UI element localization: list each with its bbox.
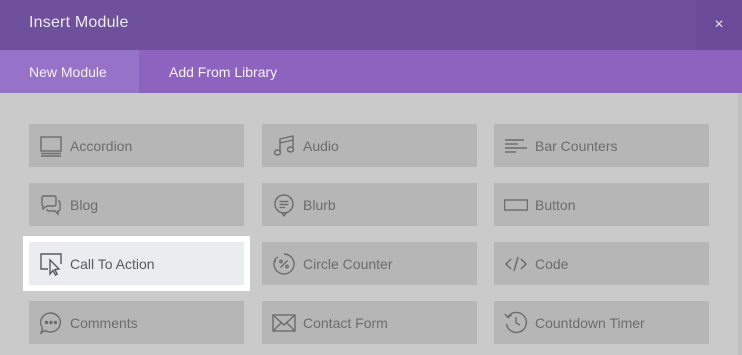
module-label: Countdown Timer [535,314,645,331]
module-button[interactable]: Button [494,183,709,226]
accordion-icon [38,133,64,159]
module-label: Button [535,196,576,213]
circle-percent-icon [271,251,297,277]
module-label: Bar Counters [535,137,618,154]
tab-add-from-library[interactable]: Add From Library [169,50,277,93]
clock-icon [503,310,529,336]
close-icon: × [714,16,724,33]
module-label: Circle Counter [303,255,393,272]
module-accordion[interactable]: Accordion [29,124,244,167]
module-countdown-timer[interactable]: Countdown Timer [494,301,709,344]
module-audio[interactable]: Audio [262,124,477,167]
module-label: Accordion [70,137,133,154]
module-call-to-action[interactable]: Call To Action [23,236,250,291]
module-label: Call To Action [70,255,155,272]
module-contact-form[interactable]: Contact Form [262,301,477,344]
code-brackets-icon [503,251,529,277]
envelope-icon [271,310,297,336]
module-grid: Accordion Audio Bar Counters Blog Blurb … [0,93,742,355]
dialog-title: Insert Module [29,14,129,31]
close-button[interactable]: × [696,0,742,50]
bar-counters-icon [503,133,529,159]
chat-bubbles-icon [38,192,64,218]
cursor-click-icon [38,251,64,277]
module-label: Audio [303,137,339,154]
button-rectangle-icon [503,192,529,218]
tab-new-module[interactable]: New Module [0,50,139,93]
module-label: Blog [70,196,99,213]
module-label: Code [535,255,569,272]
module-comments[interactable]: Comments [29,301,244,344]
title-bar: Insert Module × [0,0,742,50]
music-note-icon [271,133,297,159]
module-label: Comments [70,314,138,331]
comment-bubble-icon [38,310,64,336]
blurb-icon [271,192,297,218]
tab-bar: New Module Add From Library [0,50,742,93]
scrollbar[interactable] [738,93,742,355]
module-circle-counter[interactable]: Circle Counter [262,242,477,285]
module-blurb[interactable]: Blurb [262,183,477,226]
module-bar-counters[interactable]: Bar Counters [494,124,709,167]
module-code[interactable]: Code [494,242,709,285]
module-blog[interactable]: Blog [29,183,244,226]
module-label: Contact Form [303,314,388,331]
module-label: Blurb [303,196,336,213]
insert-module-dialog: Insert Module × New Module Add From Libr… [0,0,742,355]
